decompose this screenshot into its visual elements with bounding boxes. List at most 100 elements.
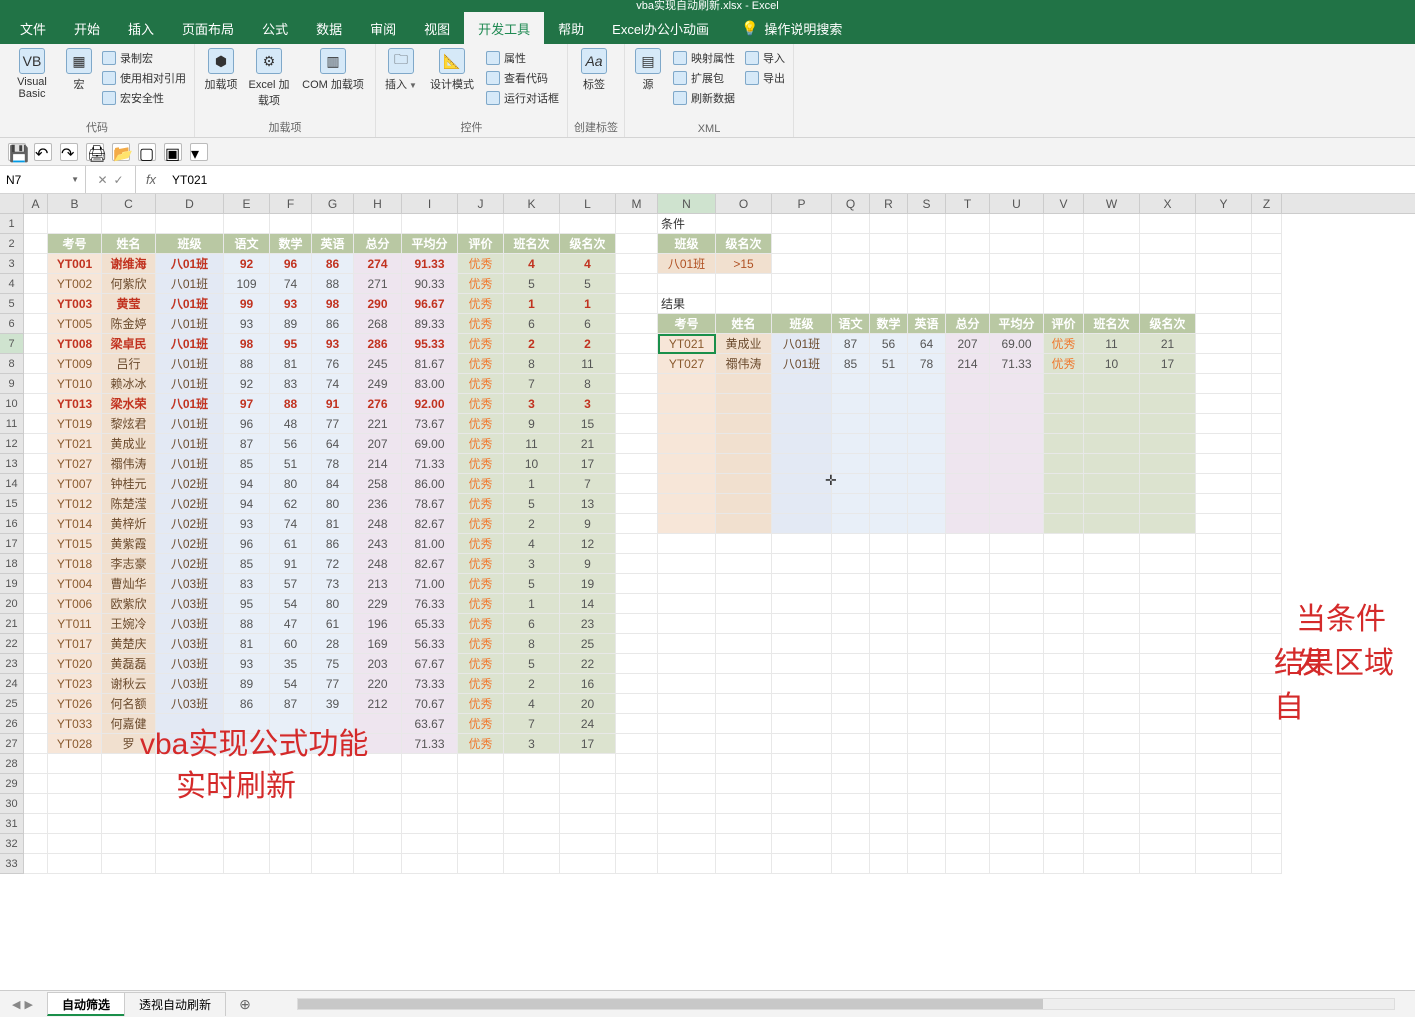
cell[interactable] [716, 554, 772, 574]
cell-english[interactable]: 61 [312, 614, 354, 634]
cell[interactable] [156, 214, 224, 234]
cell[interactable] [504, 214, 560, 234]
cell-eval[interactable]: 优秀 [458, 334, 504, 354]
cell[interactable] [1084, 614, 1140, 634]
ribbon-tab-帮助[interactable]: 帮助 [544, 12, 598, 44]
cell[interactable] [990, 654, 1044, 674]
cell[interactable] [832, 394, 870, 414]
cell[interactable] [48, 754, 102, 774]
cell-total[interactable]: 221 [354, 414, 402, 434]
cell[interactable] [1084, 694, 1140, 714]
cell[interactable] [946, 574, 990, 594]
result-chinese[interactable]: 85 [832, 354, 870, 374]
cell-total[interactable]: 248 [354, 514, 402, 534]
ribbon-tab-开始[interactable]: 开始 [60, 12, 114, 44]
cell-graderank[interactable]: 7 [560, 474, 616, 494]
cell[interactable] [616, 314, 658, 334]
cell-id[interactable]: YT023 [48, 674, 102, 694]
cell[interactable] [990, 634, 1044, 654]
cell[interactable] [908, 714, 946, 734]
cell[interactable] [1140, 574, 1196, 594]
cell[interactable] [1252, 754, 1282, 774]
cell-id[interactable]: YT005 [48, 314, 102, 334]
cell[interactable] [1140, 634, 1196, 654]
cell[interactable] [658, 534, 716, 554]
cell[interactable] [658, 734, 716, 754]
cell[interactable] [716, 454, 772, 474]
cell[interactable] [1084, 654, 1140, 674]
ribbon-tab-审阅[interactable]: 审阅 [356, 12, 410, 44]
cell-classrank[interactable]: 11 [504, 434, 560, 454]
cell[interactable] [1252, 514, 1282, 534]
cell[interactable] [990, 474, 1044, 494]
cell-math[interactable]: 89 [270, 314, 312, 334]
cell[interactable] [312, 214, 354, 234]
cell[interactable] [1252, 394, 1282, 414]
cell[interactable] [990, 734, 1044, 754]
cell[interactable] [616, 254, 658, 274]
cell[interactable] [458, 834, 504, 854]
cell[interactable] [716, 814, 772, 834]
cell[interactable] [24, 634, 48, 654]
cell-class[interactable]: 八03班 [156, 694, 224, 714]
result-name[interactable]: 黄成业 [716, 334, 772, 354]
cell[interactable] [48, 834, 102, 854]
cell-id[interactable]: YT021 [48, 434, 102, 454]
cell[interactable] [772, 554, 832, 574]
cell[interactable] [1196, 674, 1252, 694]
cell-id[interactable]: YT009 [48, 354, 102, 374]
cell[interactable] [1252, 534, 1282, 554]
row-header-1[interactable]: 1 [0, 214, 24, 234]
cell[interactable] [1044, 694, 1084, 714]
cell[interactable] [1044, 294, 1084, 314]
cell[interactable] [354, 854, 402, 874]
cell-class[interactable]: 八01班 [156, 374, 224, 394]
cell[interactable] [832, 754, 870, 774]
cell[interactable] [716, 374, 772, 394]
cell-name[interactable]: 李志豪 [102, 554, 156, 574]
cell-total[interactable] [354, 734, 402, 754]
cell[interactable] [908, 834, 946, 854]
cell[interactable] [990, 414, 1044, 434]
cell[interactable] [832, 814, 870, 834]
cell-math[interactable]: 81 [270, 354, 312, 374]
cell[interactable] [616, 554, 658, 574]
cell[interactable] [270, 774, 312, 794]
cell[interactable] [1196, 434, 1252, 454]
cell-chinese[interactable]: 93 [224, 654, 270, 674]
cell-name[interactable]: 吕行 [102, 354, 156, 374]
cell[interactable] [560, 834, 616, 854]
col-header-F[interactable]: F [270, 194, 312, 213]
cell[interactable] [870, 834, 908, 854]
cell[interactable] [946, 594, 990, 614]
cell[interactable] [658, 394, 716, 414]
cell[interactable] [616, 474, 658, 494]
cell[interactable] [658, 574, 716, 594]
cell[interactable] [946, 494, 990, 514]
cell[interactable] [832, 674, 870, 694]
cell[interactable] [832, 654, 870, 674]
col-header-Z[interactable]: Z [1252, 194, 1282, 213]
cell[interactable] [48, 774, 102, 794]
cell-total[interactable]: 213 [354, 574, 402, 594]
cell[interactable] [270, 854, 312, 874]
cell[interactable] [102, 794, 156, 814]
cell[interactable] [832, 734, 870, 754]
cell-id[interactable]: YT001 [48, 254, 102, 274]
cell-eval[interactable]: 优秀 [458, 614, 504, 634]
cell-english[interactable]: 77 [312, 414, 354, 434]
cell-classrank[interactable]: 9 [504, 414, 560, 434]
result-header[interactable]: 平均分 [990, 314, 1044, 334]
column-headers[interactable]: ABCDEFGHIJKLMNOPQRSTUVWXYZ [0, 194, 1415, 214]
cell[interactable] [24, 614, 48, 634]
cell-english[interactable]: 39 [312, 694, 354, 714]
cell-total[interactable]: 286 [354, 334, 402, 354]
cell-english[interactable]: 98 [312, 294, 354, 314]
cell[interactable] [908, 434, 946, 454]
cell-avg[interactable]: 90.33 [402, 274, 458, 294]
cell-classrank[interactable]: 7 [504, 714, 560, 734]
cell[interactable] [1044, 594, 1084, 614]
cell-classrank[interactable]: 4 [504, 254, 560, 274]
cell-eval[interactable]: 优秀 [458, 534, 504, 554]
insert-control-button[interactable]: 🗀插入▼ [382, 48, 420, 92]
